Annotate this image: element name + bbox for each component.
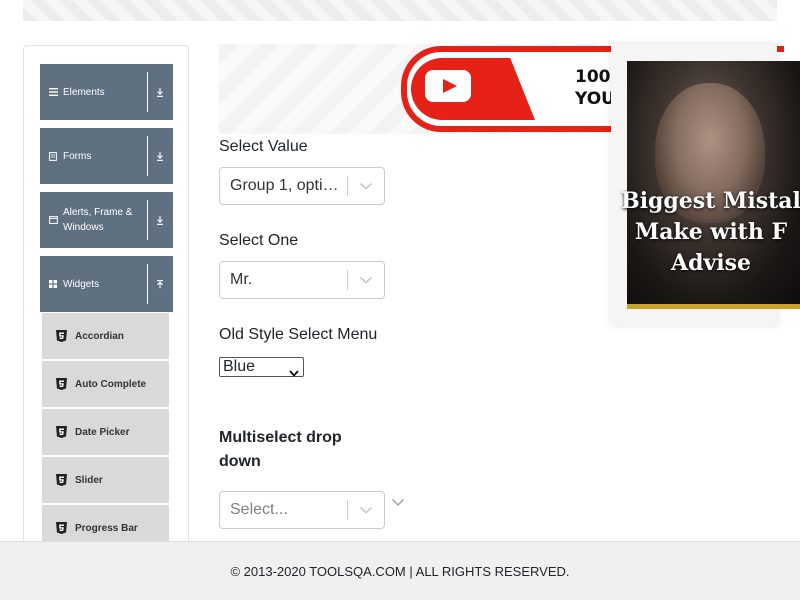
- chevron-down-icon[interactable]: [391, 494, 405, 512]
- sidebar-item-label: Accordian: [75, 330, 124, 342]
- sidebar-group-label: Alerts, Frame & Windows: [63, 207, 133, 233]
- multiselect-placeholder: Select...: [230, 501, 288, 518]
- side-advertisement[interactable]: Biggest Mistal Make with F Advise: [611, 44, 800, 325]
- divider: [147, 200, 148, 240]
- footer: © 2013-2020 TOOLSQA.COM | ALL RIGHTS RES…: [0, 541, 800, 600]
- divider: [147, 136, 148, 176]
- chevron-down-icon[interactable]: [348, 506, 384, 514]
- sidebar-item-date-picker[interactable]: Date Picker: [42, 409, 169, 455]
- copyright-text: © 2013-2020 TOOLSQA.COM | ALL RIGHTS RES…: [230, 563, 570, 579]
- list-icon: [48, 87, 58, 97]
- sidebar-group-alerts-frame-windows[interactable]: Alerts, Frame & Windows: [40, 192, 173, 248]
- select-value-dropdown[interactable]: Group 1, option 1: [219, 167, 385, 205]
- select-one-label: Select One: [219, 232, 299, 249]
- html5-icon: [56, 378, 67, 390]
- chevron-down-icon: [289, 364, 299, 382]
- sidebar-group-elements[interactable]: Elements: [40, 64, 173, 120]
- download-arrow-icon[interactable]: [153, 192, 167, 248]
- sidebar-item-label: Date Picker: [75, 426, 130, 438]
- download-arrow-icon[interactable]: [153, 64, 167, 120]
- sidebar-group-label: Widgets: [63, 278, 100, 290]
- sidebar-group-widgets[interactable]: Widgets: [40, 256, 173, 312]
- ad-headline: Biggest Mistal Make with F Advise: [621, 188, 800, 276]
- select-value-label: Select Value: [219, 138, 308, 155]
- html5-icon: [56, 522, 67, 534]
- sidebar-item-auto-complete[interactable]: Auto Complete: [42, 361, 169, 407]
- html5-icon: [56, 330, 67, 342]
- sidebar-group-label: Elements: [63, 86, 105, 98]
- select-value-current: Group 1, option 1: [230, 177, 347, 194]
- file-icon: [48, 151, 58, 161]
- divider: [147, 264, 148, 304]
- html5-icon: [56, 426, 67, 438]
- chevron-down-icon[interactable]: [348, 182, 384, 190]
- ad-accent-bar: [627, 304, 800, 309]
- select-one-dropdown[interactable]: Mr.: [219, 261, 385, 299]
- upload-arrow-icon[interactable]: [153, 256, 167, 312]
- window-icon: [48, 215, 58, 225]
- sidebar-item-label: Progress Bar: [75, 522, 138, 534]
- divider: [147, 72, 148, 112]
- html5-icon: [56, 474, 67, 486]
- top-ad-strip: [23, 0, 777, 21]
- download-arrow-icon[interactable]: [153, 128, 167, 184]
- multiselect-label: Multiselect drop down: [219, 429, 342, 470]
- youtube-play-icon: [425, 70, 471, 102]
- chevron-down-icon[interactable]: [348, 276, 384, 284]
- multiselect-dropdown[interactable]: Select...: [219, 491, 385, 529]
- grid-icon: [48, 279, 58, 289]
- select-one-current: Mr.: [230, 271, 253, 288]
- sidebar-item-slider[interactable]: Slider: [42, 457, 169, 503]
- sidebar-item-label: Slider: [75, 474, 103, 486]
- old-style-select-menu[interactable]: Blue: [219, 357, 304, 377]
- old-select-current: Blue: [223, 358, 256, 375]
- old-select-label: Old Style Select Menu: [219, 326, 378, 343]
- sidebar-group-forms[interactable]: Forms: [40, 128, 173, 184]
- sidebar-item-accordian[interactable]: Accordian: [42, 313, 169, 359]
- sidebar-item-label: Auto Complete: [75, 378, 147, 390]
- sidebar: Elements Forms Alerts, Frame & Windows W…: [23, 45, 189, 600]
- sidebar-group-label: Forms: [63, 150, 92, 162]
